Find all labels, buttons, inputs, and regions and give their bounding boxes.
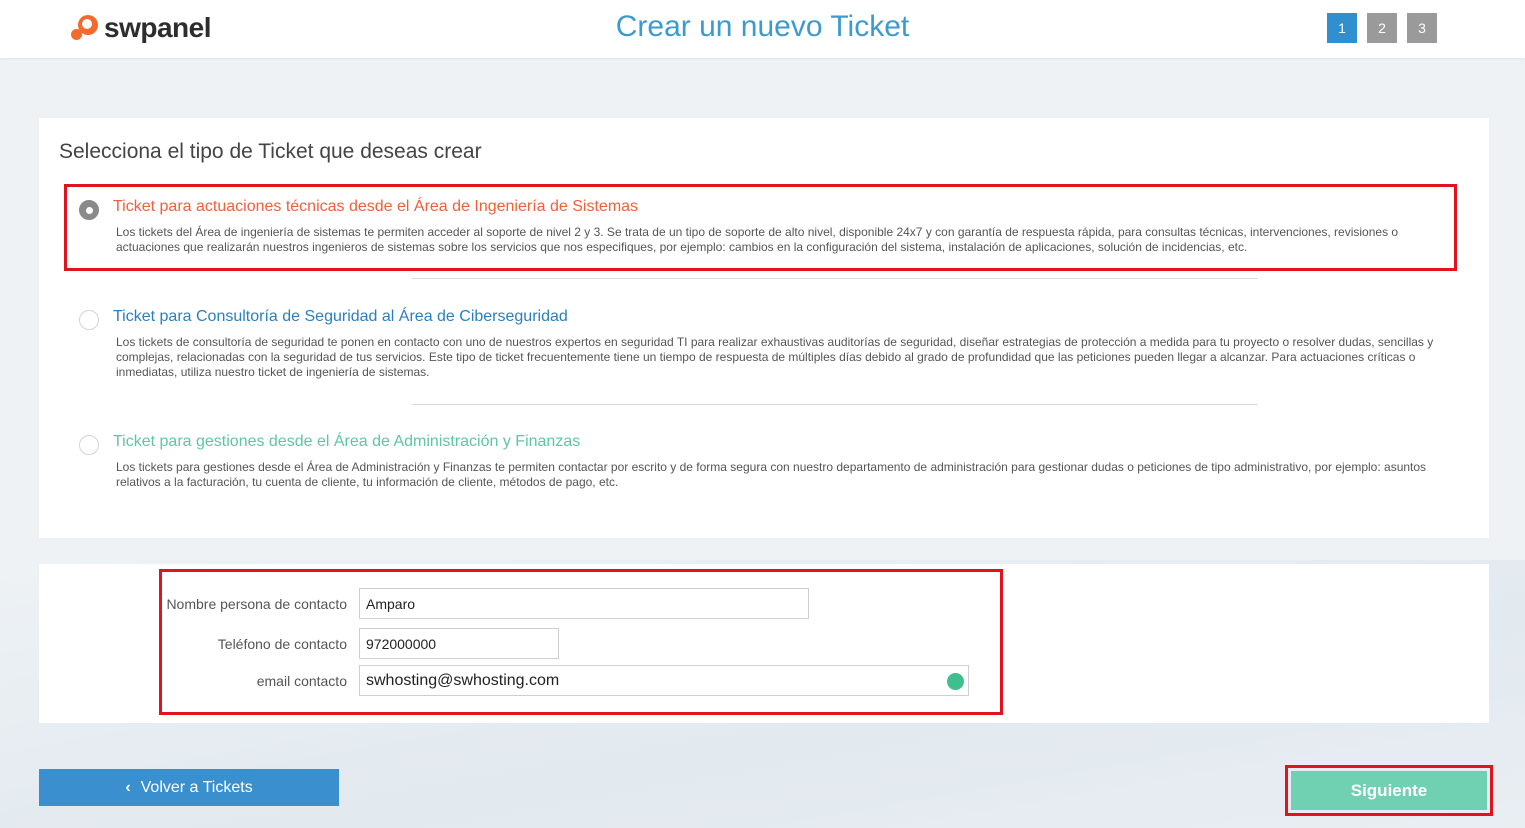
radio-administration[interactable] bbox=[79, 435, 99, 455]
option-title[interactable]: Ticket para Consultoría de Seguridad al … bbox=[113, 308, 568, 326]
next-button[interactable]: Siguiente bbox=[1291, 771, 1487, 810]
contact-phone-input[interactable]: 972000000 bbox=[359, 628, 559, 659]
step-3: 3 bbox=[1407, 13, 1437, 43]
step-2: 2 bbox=[1367, 13, 1397, 43]
contact-email-value: swhosting@swhosting.com bbox=[366, 671, 560, 689]
contact-name-input[interactable]: Amparo bbox=[359, 588, 809, 619]
contact-name-label: Nombre persona de contacto bbox=[166, 595, 347, 612]
divider bbox=[412, 404, 1258, 405]
option-description: Los tickets del Área de ingeniería de si… bbox=[116, 225, 1399, 254]
ticket-type-heading: Selecciona el tipo de Ticket que deseas … bbox=[59, 140, 482, 163]
step-1: 1 bbox=[1327, 13, 1357, 43]
option-title[interactable]: Ticket para gestiones desde el Área de A… bbox=[113, 433, 580, 451]
contact-name-row: Nombre persona de contacto Amparo bbox=[163, 588, 809, 619]
contact-email-row: email contacto swhosting@swhosting.com bbox=[163, 665, 969, 696]
back-button-label: Volver a Tickets bbox=[140, 778, 253, 796]
chevron-left-icon: ‹ bbox=[125, 778, 131, 796]
step-indicator: 1 2 3 bbox=[1327, 13, 1447, 43]
option-title[interactable]: Ticket para actuaciones técnicas desde e… bbox=[113, 198, 638, 216]
contact-email-label: email contacto bbox=[256, 672, 347, 689]
contact-email-input[interactable]: swhosting@swhosting.com bbox=[359, 665, 969, 696]
contact-card: Nombre persona de contacto Amparo Teléfo… bbox=[39, 564, 1489, 723]
divider bbox=[412, 278, 1258, 279]
radio-engineering[interactable] bbox=[79, 200, 99, 220]
radio-security[interactable] bbox=[79, 310, 99, 330]
check-ok-icon bbox=[947, 673, 964, 690]
contact-phone-label: Teléfono de contacto bbox=[217, 635, 347, 652]
option-description: Los tickets de consultoría de seguridad … bbox=[116, 335, 1434, 379]
option-description: Los tickets para gestiones desde el Área… bbox=[116, 460, 1427, 489]
ticket-type-card: Selecciona el tipo de Ticket que deseas … bbox=[39, 118, 1489, 538]
page-title: Crear un nuevo Ticket bbox=[615, 10, 910, 43]
contact-phone-row: Teléfono de contacto 972000000 bbox=[163, 628, 559, 659]
back-to-tickets-button[interactable]: ‹ Volver a Tickets bbox=[39, 769, 339, 806]
highlight-box-next: Siguiente bbox=[1285, 765, 1493, 816]
header: swpanel Crear un nuevo Ticket 1 2 3 bbox=[0, 0, 1525, 58]
